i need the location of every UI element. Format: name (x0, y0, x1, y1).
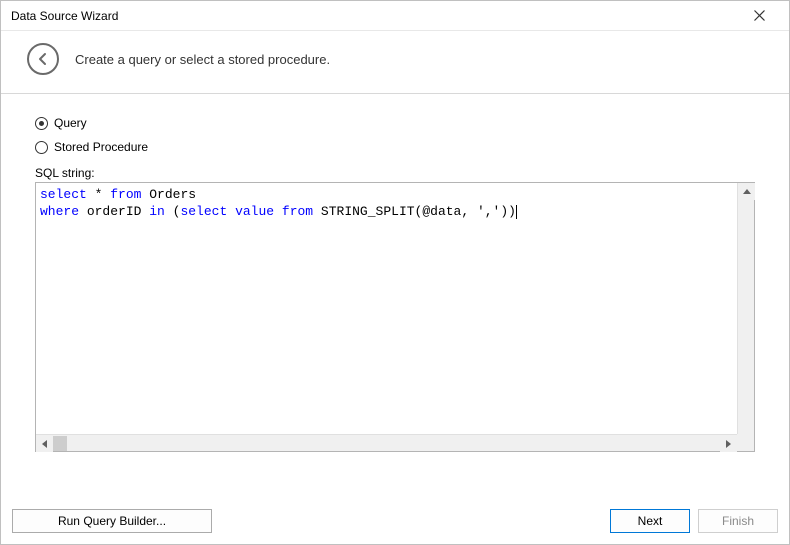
finish-button: Finish (698, 509, 778, 533)
wizard-footer: Run Query Builder... Next Finish (0, 499, 790, 545)
scroll-up-button[interactable] (738, 183, 755, 200)
sql-editor[interactable]: select * from Orders where orderID in (s… (35, 182, 755, 452)
close-icon (754, 10, 765, 21)
back-button[interactable] (27, 43, 59, 75)
scroll-left-button[interactable] (36, 435, 53, 452)
scroll-right-button[interactable] (720, 435, 737, 452)
wizard-content: Query Stored Procedure SQL string: selec… (1, 94, 789, 462)
wizard-header: Create a query or select a stored proced… (1, 31, 789, 94)
vertical-scrollbar[interactable] (737, 183, 754, 434)
radio-query[interactable]: Query (35, 116, 755, 130)
horizontal-scrollbar[interactable] (36, 434, 737, 451)
sql-editor-text[interactable]: select * from Orders where orderID in (s… (36, 183, 737, 434)
sql-string-label: SQL string: (35, 166, 755, 180)
close-button[interactable] (739, 1, 779, 31)
run-query-builder-button[interactable]: Run Query Builder... (12, 509, 212, 533)
radio-indicator-icon (35, 117, 48, 130)
scroll-thumb[interactable] (53, 436, 67, 451)
arrow-left-icon (36, 52, 50, 66)
text-cursor (516, 205, 517, 219)
wizard-subtitle: Create a query or select a stored proced… (75, 52, 330, 67)
chevron-up-icon (743, 189, 751, 194)
titlebar: Data Source Wizard (1, 1, 789, 31)
radio-indicator-icon (35, 141, 48, 154)
window-title: Data Source Wizard (11, 9, 118, 23)
chevron-left-icon (42, 440, 47, 448)
scrollbar-corner (737, 434, 754, 451)
chevron-right-icon (726, 440, 731, 448)
next-button[interactable]: Next (610, 509, 690, 533)
radio-stored-procedure[interactable]: Stored Procedure (35, 140, 755, 154)
radio-query-label: Query (54, 116, 87, 130)
radio-stored-procedure-label: Stored Procedure (54, 140, 148, 154)
